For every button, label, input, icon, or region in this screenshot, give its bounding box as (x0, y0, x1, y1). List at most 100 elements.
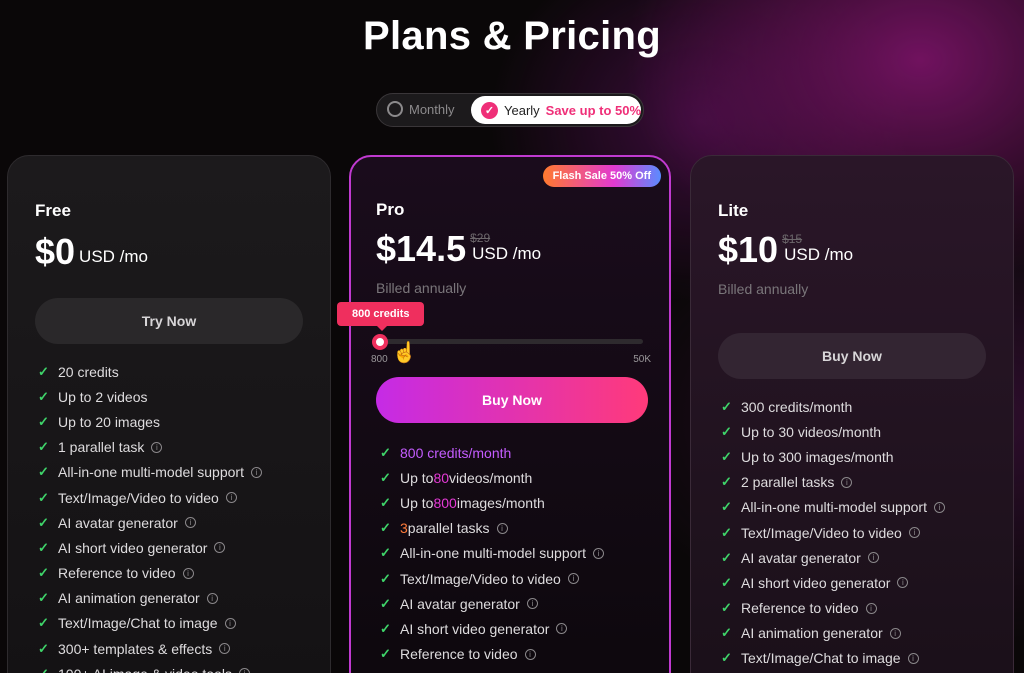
check-icon: ✓ (380, 444, 391, 460)
price-unit: USD /mo (784, 245, 854, 264)
feature-item: ✓ AI short video generator i (380, 616, 604, 641)
feature-text: parallel tasks (407, 520, 490, 537)
feature-item: ✓ Text/Image/Chat to image i (38, 611, 262, 636)
info-icon[interactable]: i (184, 517, 196, 529)
billing-option-monthly[interactable]: Monthly (387, 101, 455, 117)
feature-item: ✓ Up to 80 videos/month (380, 465, 604, 490)
info-icon[interactable]: i (524, 648, 536, 660)
info-icon[interactable]: i (225, 492, 237, 504)
feature-text: images/month (456, 494, 545, 511)
feature-item: ✓ AI avatar generator i (38, 510, 262, 535)
feature-text: Text/Image/Video to video (400, 570, 561, 587)
check-icon: ✓ (38, 615, 49, 631)
info-icon[interactable]: i (889, 627, 901, 639)
plan-card-lite: Lite $10 $15 USD /mo Billed annually Buy… (690, 155, 1014, 673)
check-icon: ✓ (38, 590, 49, 606)
feature-item: ✓ 20 credits (38, 359, 262, 384)
billing-option-yearly[interactable]: ✓ Yearly Save up to 50% (471, 96, 641, 124)
info-icon[interactable]: i (592, 547, 604, 559)
info-icon[interactable]: i (556, 623, 568, 635)
feature-item: ✓ Text/Image/Video to video i (721, 520, 945, 545)
check-icon: ✓ (380, 469, 391, 485)
feature-text: Up to (400, 494, 434, 511)
info-icon[interactable]: i (897, 577, 909, 589)
check-icon: ✓ (721, 600, 732, 616)
feature-item: ✓ All-in-one multi-model support i (38, 460, 262, 485)
check-icon: ✓ (721, 625, 732, 641)
check-icon: ✓ (721, 650, 732, 666)
billed-annually: Billed annually (376, 280, 467, 296)
check-icon: ✓ (380, 646, 391, 662)
feature-item: ✓ All-in-one multi-model support i (721, 495, 945, 520)
info-icon[interactable]: i (238, 668, 250, 673)
info-icon[interactable]: i (214, 542, 226, 554)
feature-highlight: 3 (400, 520, 408, 537)
info-icon[interactable]: i (182, 567, 194, 579)
info-icon[interactable]: i (219, 643, 231, 655)
feature-text: Reference to video (58, 565, 176, 582)
feature-item: ✓ Up to 800 images/month (380, 490, 604, 515)
feature-text: Text/Image/Video to video (741, 524, 902, 541)
feature-item: ✓ Up to 2 videos (38, 384, 262, 409)
check-icon: ✓ (38, 514, 49, 530)
info-icon[interactable]: i (865, 602, 877, 614)
plan-card-pro: Flash Sale 50% Off Pro $14.5 $29 USD /mo… (337, 155, 671, 673)
billing-toggle[interactable]: Monthly ✓ Yearly Save up to 50% (376, 93, 644, 127)
feature-text: AI short video generator (741, 574, 891, 591)
credits-tooltip: 800 credits (337, 302, 425, 331)
billed-annually: Billed annually (718, 281, 809, 297)
check-icon: ✓ (721, 474, 732, 490)
feature-item: ✓ AI avatar generator i (721, 545, 945, 570)
price-unit: USD /mo (79, 247, 149, 266)
credits-slider-thumb[interactable] (372, 334, 388, 350)
plan-name: Free (35, 201, 71, 220)
info-icon[interactable]: i (567, 573, 579, 585)
info-icon[interactable]: i (526, 598, 538, 610)
feature-text: AI avatar generator (741, 549, 861, 566)
radio-empty-icon (387, 101, 403, 117)
feature-item: ✓ Up to 30 videos/month (721, 419, 945, 444)
info-icon[interactable]: i (151, 441, 163, 453)
plan-name: Lite (718, 201, 749, 220)
buy-now-button[interactable]: Buy Now (376, 377, 648, 423)
check-icon: ✓ (38, 539, 49, 555)
feature-highlight: 80 (433, 469, 450, 486)
check-icon: ✓ (38, 413, 49, 429)
feature-text: Text/Image/Chat to image (741, 650, 901, 667)
feature-item: ✓ 300+ templates & effects i (38, 636, 262, 661)
try-now-button[interactable]: Try Now (35, 298, 303, 344)
info-icon[interactable]: i (841, 476, 853, 488)
price-unit: USD /mo (472, 244, 542, 263)
buy-now-button[interactable]: Buy Now (718, 333, 986, 379)
feature-item: ✓ AI animation generator i (721, 621, 945, 646)
info-icon[interactable]: i (933, 501, 945, 513)
info-icon[interactable]: i (907, 652, 919, 664)
feature-item: ✓100+ AI image & video tools i (38, 661, 262, 673)
check-icon: ✓ (380, 620, 391, 636)
check-icon: ✓ (380, 545, 391, 561)
feature-item: ✓ AI animation generator i (38, 586, 262, 611)
info-icon[interactable]: i (496, 522, 508, 534)
check-icon: ✓ (721, 549, 732, 565)
plan-name: Pro (376, 200, 405, 219)
feature-item: ✓ All-in-one multi-model support i (380, 541, 604, 566)
feature-list: ✓ 800 credits/month ✓ Up to 80 videos/month… (380, 440, 604, 673)
info-icon[interactable]: i (908, 527, 920, 539)
check-icon: ✓ (38, 640, 49, 656)
check-circle-icon: ✓ (481, 101, 498, 119)
check-icon: ✓ (38, 464, 49, 480)
feature-text: AI short video generator (400, 620, 550, 637)
check-icon: ✓ (38, 388, 49, 404)
info-icon[interactable]: i (867, 552, 879, 564)
info-icon[interactable]: i (206, 592, 218, 604)
feature-text: Text/Image/Video to video (58, 489, 219, 506)
info-icon[interactable]: i (250, 466, 262, 478)
feature-list: ✓ 20 credits ✓ Up to 2 videos ✓ Up to 20 imag… (38, 359, 262, 673)
feature-item: ✓ Text/Image/Video to video i (380, 566, 604, 591)
info-icon[interactable]: i (224, 617, 236, 629)
check-icon: ✓ (38, 666, 58, 673)
feature-item: ✓ Up to 300 images/month (721, 444, 945, 469)
feature-item: ✓ AI short video generator i (38, 535, 262, 560)
slider-min-label: 800 (371, 354, 388, 365)
price: $14.5 (376, 228, 467, 269)
